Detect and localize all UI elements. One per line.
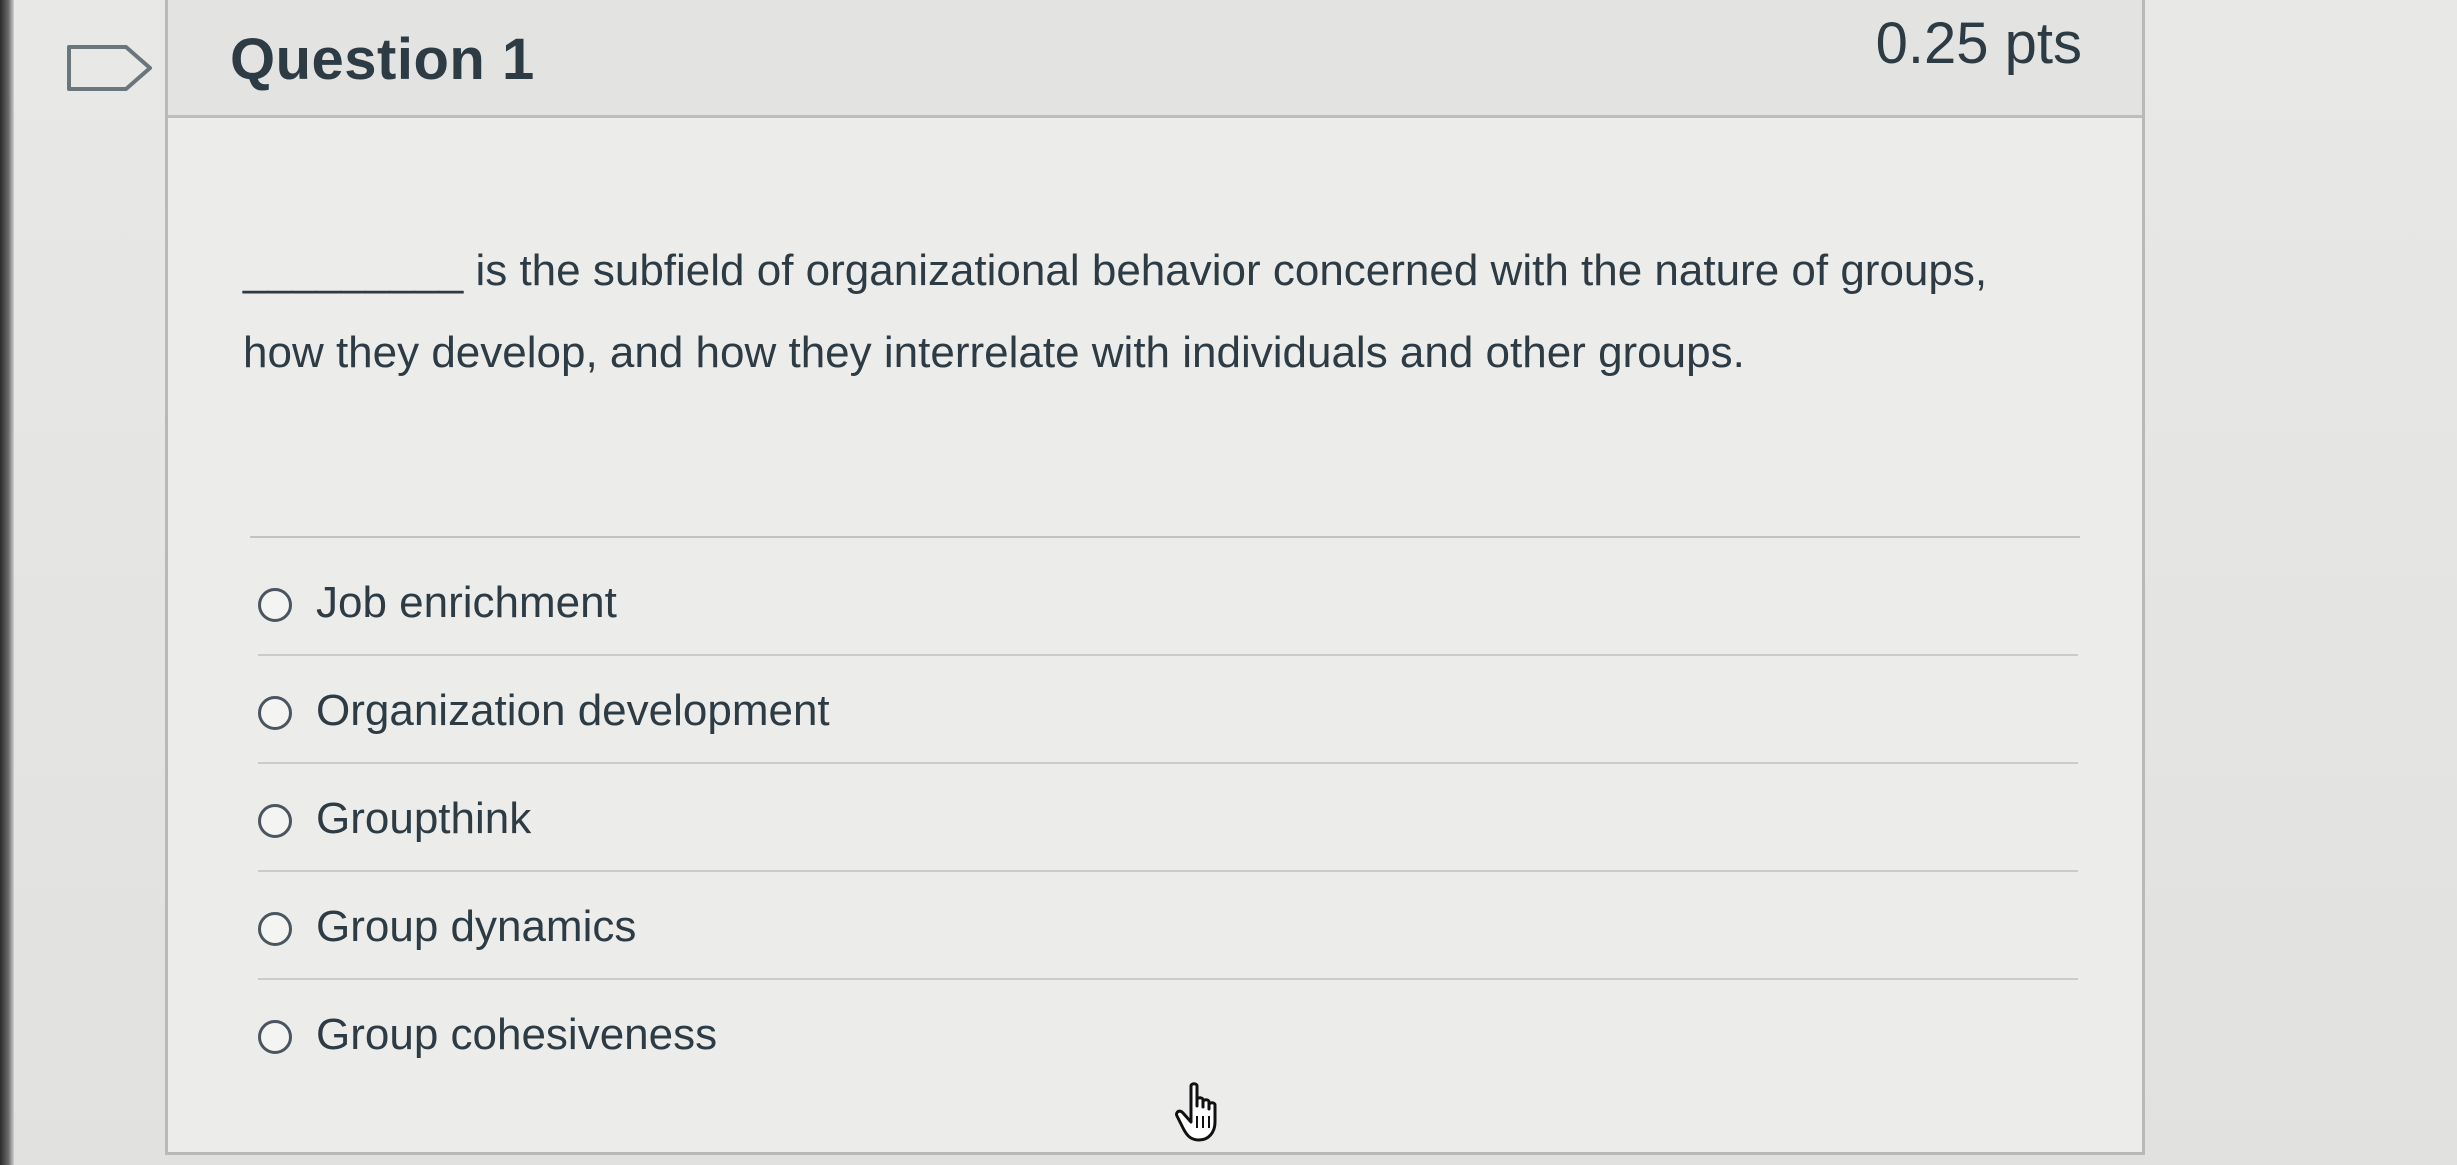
answer-label[interactable]: Groupthink [316,794,531,844]
answer-option[interactable]: Group dynamics [258,872,2078,980]
quiz-page: Question 1 0.25 pts _________ is the sub… [0,0,2457,1165]
question-points: 0.25 pts [1875,11,2082,76]
question-header: Question 1 0.25 pts [168,0,2142,118]
radio-button[interactable] [258,1020,292,1054]
answer-label[interactable]: Group cohesiveness [316,1010,717,1060]
radio-button[interactable] [258,804,292,838]
answer-label[interactable]: Organization development [316,686,830,736]
radio-button[interactable] [258,696,292,730]
question-title: Question 1 [230,27,535,92]
question-card: Question 1 0.25 pts _________ is the sub… [165,0,2145,1155]
flag-question-icon[interactable] [66,44,154,92]
answer-option[interactable]: Groupthink [258,764,2078,872]
answer-label[interactable]: Group dynamics [316,902,636,952]
screen-bezel-edge [0,0,14,1165]
answers-divider [250,536,2080,538]
answer-option[interactable]: Group cohesiveness [258,980,2078,1088]
answer-option[interactable]: Organization development [258,656,2078,764]
answer-list: Job enrichment Organization development … [258,548,2078,1088]
radio-button[interactable] [258,912,292,946]
radio-button[interactable] [258,588,292,622]
question-text: _________ is the subfield of organizatio… [243,246,1988,377]
answer-option[interactable]: Job enrichment [258,548,2078,656]
answer-label[interactable]: Job enrichment [316,578,617,628]
hand-pointer-cursor-icon [1175,1082,1227,1144]
